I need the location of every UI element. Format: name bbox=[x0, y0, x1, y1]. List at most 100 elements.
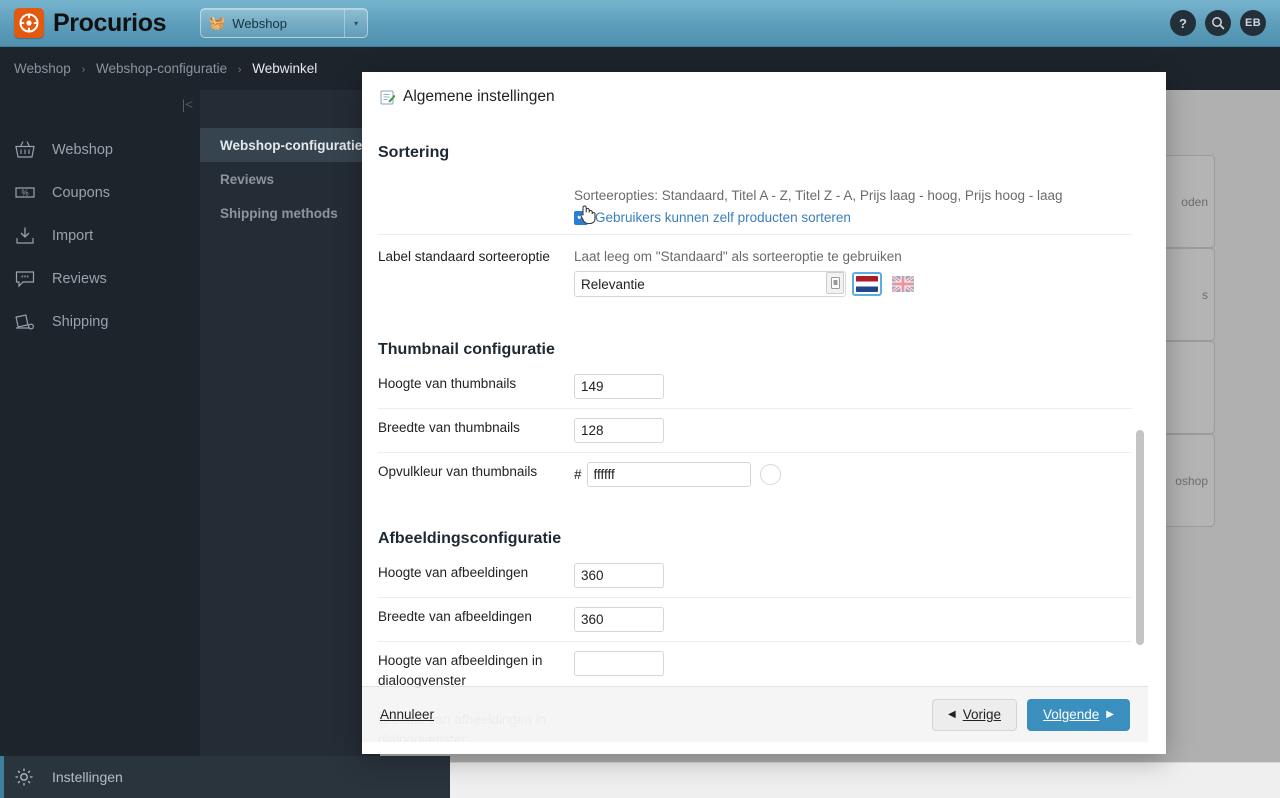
sidebar-item-instellingen[interactable]: Instellingen bbox=[0, 756, 450, 798]
svg-text:%: % bbox=[21, 188, 28, 197]
modal-header: Algemene instellingen close-icon bbox=[362, 72, 1166, 122]
breedte-afbeeldingen-input[interactable] bbox=[574, 607, 664, 632]
flag-en-icon bbox=[892, 276, 914, 292]
language-flag-en[interactable] bbox=[888, 272, 918, 296]
shipping-cart-icon bbox=[14, 312, 38, 332]
sidebar: |< Webshop % Coupons Import *** Reviews … bbox=[0, 90, 450, 798]
hoogte-afbeeldingen-dialoog-input[interactable] bbox=[574, 651, 664, 676]
sidebar-item-import[interactable]: Import bbox=[0, 214, 200, 257]
sidebar-item-label: Reviews bbox=[52, 270, 107, 287]
previous-button[interactable]: ◀ Vorige bbox=[932, 698, 1017, 731]
help-button[interactable]: ? bbox=[1170, 10, 1196, 36]
section-heading-sortering: Sortering bbox=[378, 144, 450, 161]
sidebar-bottom-label: Instellingen bbox=[52, 769, 123, 785]
brand-name: Procurios bbox=[53, 8, 167, 37]
form-row-label: Hoogte van thumbnails bbox=[378, 376, 517, 391]
site-selector[interactable]: 🧺 Webshop ▾ bbox=[200, 8, 369, 38]
sidebar-items: Webshop % Coupons Import *** Reviews Shi… bbox=[0, 128, 200, 343]
subnav-item-webshop-configuratie[interactable]: Webshop-configuratie bbox=[200, 128, 380, 162]
top-bar-actions: ? EB bbox=[1170, 10, 1266, 36]
checkbox-row-gebruikers-sorteren[interactable]: ✔ Gebruikers kunnen zelf producten sorte… bbox=[574, 210, 1132, 225]
form-row-label: Breedte van thumbnails bbox=[378, 420, 520, 435]
application-window: Procurios 🧺 Webshop ▾ ? EB Webshop › Web… bbox=[0, 0, 1280, 798]
form-row-label: Hoogte van afbeeldingen in dialoogvenste… bbox=[378, 653, 543, 688]
mouse-cursor-pointer-icon bbox=[578, 202, 598, 226]
edit-note-icon bbox=[380, 90, 395, 105]
translate-icon[interactable] bbox=[826, 272, 844, 294]
label-sorteeroptie-input[interactable] bbox=[574, 271, 846, 297]
form-row-label: Hoogte van afbeeldingen bbox=[378, 565, 529, 580]
chevron-down-icon[interactable]: ▾ bbox=[344, 9, 367, 37]
form-row-field bbox=[574, 374, 1132, 399]
brand-logo[interactable]: Procurios bbox=[14, 8, 167, 38]
modal-scrollbar[interactable] bbox=[1136, 180, 1144, 742]
input-wrapper bbox=[574, 271, 846, 297]
checkbox-label[interactable]: Gebruikers kunnen zelf producten sortere… bbox=[595, 210, 851, 225]
svg-text:***: *** bbox=[21, 275, 29, 282]
form-row-sorteeropties: Sorteeropties: Standaard, Titel A - Z, T… bbox=[378, 168, 1132, 235]
breadcrumb-item-2: Webwinkel bbox=[252, 61, 318, 76]
label-sorteeroptie-hint: Laat leeg om "Standaard" als sorteeropti… bbox=[574, 249, 902, 264]
form-row-field bbox=[574, 607, 1132, 632]
search-button[interactable] bbox=[1205, 10, 1231, 36]
opvulkleur-input[interactable] bbox=[586, 462, 751, 487]
subnav-item-label: Webshop-configuratie bbox=[220, 137, 363, 153]
sidebar-item-webshop[interactable]: Webshop bbox=[0, 128, 200, 171]
form-row-breedte-afbeeldingen: Breedte van afbeeldingen bbox=[378, 598, 1132, 642]
breadcrumb-item-1[interactable]: Webshop-configuratie bbox=[96, 61, 227, 76]
hex-prefix: # bbox=[574, 467, 582, 482]
form-row-opvulkleur-thumbnails: Opvulkleur van thumbnails # bbox=[378, 453, 1132, 496]
cancel-button[interactable]: Annuleer bbox=[380, 707, 434, 722]
breadcrumb-separator: › bbox=[237, 64, 242, 76]
subnav-item-label: Reviews bbox=[220, 171, 275, 187]
flag-nl-icon bbox=[856, 276, 878, 292]
form-row-field: # bbox=[574, 462, 1132, 487]
section-heading-thumbnail: Thumbnail configuratie bbox=[378, 341, 555, 358]
modal-form: Sortering Sorteeropties: Standaard, Tite… bbox=[362, 144, 1148, 742]
sidebar-item-reviews[interactable]: *** Reviews bbox=[0, 257, 200, 300]
form-row-field: Sorteeropties: Standaard, Titel A - Z, T… bbox=[574, 186, 1132, 225]
language-flag-nl[interactable] bbox=[852, 272, 882, 296]
coupon-icon: % bbox=[14, 183, 38, 203]
gear-icon bbox=[14, 767, 38, 787]
breedte-thumbnails-input[interactable] bbox=[574, 418, 664, 443]
next-button[interactable]: Volgende ▶ bbox=[1026, 698, 1130, 731]
breadcrumb-item-0[interactable]: Webshop bbox=[14, 61, 71, 76]
localized-input-group bbox=[574, 271, 1132, 297]
sidebar-item-label: Coupons bbox=[52, 184, 111, 201]
form-row-field bbox=[574, 651, 1132, 676]
procurios-logo-icon bbox=[14, 8, 44, 38]
subnav-item-label: Shipping methods bbox=[220, 205, 338, 221]
color-swatch[interactable] bbox=[759, 464, 781, 485]
modal-footer: Annuleer ◀ Vorige Volgende ▶ bbox=[362, 686, 1148, 742]
subnav-item-reviews[interactable]: Reviews bbox=[200, 162, 380, 196]
form-row-field bbox=[574, 418, 1132, 443]
wheel-icon bbox=[19, 13, 39, 33]
hoogte-afbeeldingen-input[interactable] bbox=[574, 563, 664, 588]
sub-navigation: Webshop-configuratie Reviews Shipping me… bbox=[200, 90, 380, 762]
form-row-label: Label standaard sorteeroptie bbox=[378, 249, 550, 264]
subnav-item-shipping-methods[interactable]: Shipping methods bbox=[200, 196, 380, 230]
background-footer bbox=[450, 762, 1280, 798]
modal-title-group: Algemene instellingen bbox=[380, 88, 555, 106]
next-button-label: Volgende bbox=[1042, 707, 1100, 722]
basket-icon: 🧺 bbox=[209, 15, 226, 30]
modal-title: Algemene instellingen bbox=[403, 88, 555, 105]
section-heading-afbeeldingen: Afbeeldingsconfiguratie bbox=[378, 530, 562, 547]
breadcrumb: Webshop › Webshop-configuratie › Webwink… bbox=[14, 61, 317, 76]
sidebar-item-shipping[interactable]: Shipping bbox=[0, 300, 200, 343]
form-row-field: Laat leeg om "Standaard" als sorteeropti… bbox=[574, 247, 1132, 297]
import-icon bbox=[14, 226, 38, 246]
avatar[interactable]: EB bbox=[1240, 10, 1266, 36]
sidebar-collapse-icon[interactable]: |< bbox=[182, 98, 193, 114]
sidebar-item-coupons[interactable]: % Coupons bbox=[0, 171, 200, 214]
top-bar: Procurios 🧺 Webshop ▾ ? EB bbox=[0, 0, 1280, 47]
hoogte-thumbnails-input[interactable] bbox=[574, 374, 664, 399]
form-row-label: Breedte van afbeeldingen bbox=[378, 609, 532, 624]
form-row-label-standaard-sorteeroptie: Label standaard sorteeroptie Laat leeg o… bbox=[378, 235, 1132, 319]
form-row-hoogte-thumbnails: Hoogte van thumbnails bbox=[378, 365, 1132, 409]
sidebar-item-label: Import bbox=[52, 227, 94, 244]
modal-body[interactable]: Sortering Sorteeropties: Standaard, Tite… bbox=[362, 122, 1148, 742]
sorteeropties-hint: Sorteeropties: Standaard, Titel A - Z, T… bbox=[574, 188, 1063, 203]
modal-scrollbar-thumb[interactable] bbox=[1136, 430, 1144, 645]
